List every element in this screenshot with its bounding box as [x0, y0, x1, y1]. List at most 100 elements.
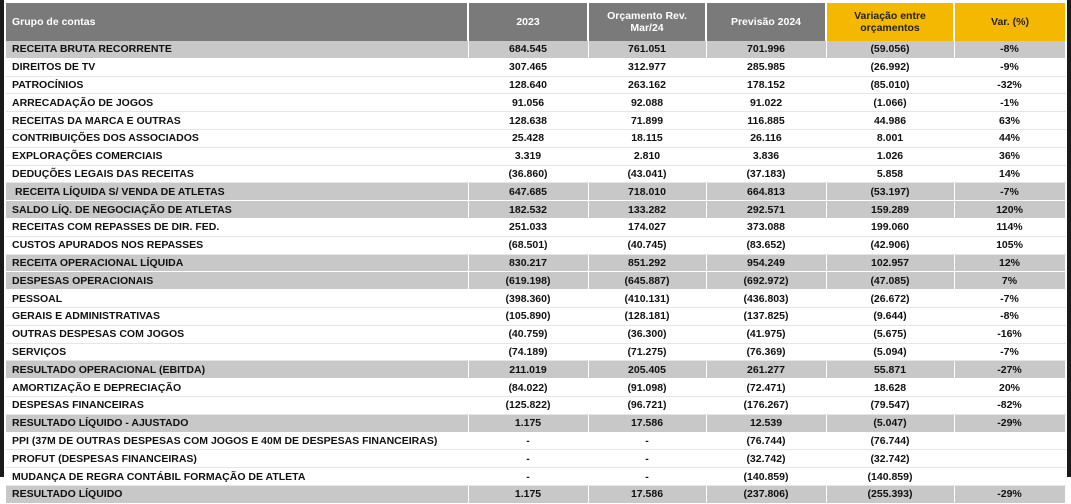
value-variacao: 8.001 [826, 129, 955, 148]
table-row: RECEITA OPERACIONAL LÍQUIDA 830.217 851.29… [6, 254, 1066, 273]
value-variacao: (59.056) [826, 41, 955, 59]
value-2023: 25.428 [468, 129, 589, 148]
value-variacao: (42.906) [826, 236, 955, 255]
row-label: EXPLORAÇÕES COMERCIAIS [6, 147, 469, 166]
header-grupo-de-contas: Grupo de contas [6, 3, 469, 41]
row-label: CONTRIBUIÇÕES DOS ASSOCIADOS [6, 129, 469, 148]
table-row: CUSTOS APURADOS NOS REPASSES (68.501) (40.… [6, 236, 1066, 255]
value-2023: 3.319 [468, 147, 589, 166]
value-2023: - [468, 432, 589, 451]
value-2023: (125.822) [468, 396, 589, 415]
value-previsao: 3.836 [706, 147, 827, 166]
value-2023: 251.033 [468, 218, 589, 237]
table-row: RESULTADO LÍQUIDO 1.175 17.586 (237.806) (25… [6, 485, 1066, 504]
value-previsao: 292.571 [706, 200, 827, 219]
value-2023: 128.640 [468, 76, 589, 95]
row-label: AMORTIZAÇÃO E DEPRECIAÇÃO [6, 378, 469, 397]
row-label: PROFUT (DESPESAS FINANCEIRAS) [6, 449, 469, 469]
value-var-pct: -7% [954, 289, 1066, 308]
table-row: OUTRAS DESPESAS COM JOGOS (40.759) (36.300… [6, 325, 1066, 344]
financial-table: Grupo de contas 2023 Orçamento Rev. Mar/… [6, 3, 1066, 504]
value-variacao: 159.289 [826, 200, 955, 219]
value-variacao: (5.047) [826, 414, 955, 433]
value-previsao: (237.806) [706, 485, 827, 504]
value-var-pct: -29% [954, 485, 1066, 504]
value-previsao: 701.996 [706, 41, 827, 59]
value-2023: 211.019 [468, 360, 589, 380]
value-previsao: 954.249 [706, 254, 827, 273]
value-orcamento: 263.162 [588, 76, 707, 95]
table-row: SALDO LÍQ. DE NEGOCIAÇÃO DE ATLETAS 182.5… [6, 200, 1066, 219]
table-row: AMORTIZAÇÃO E DEPRECIAÇÃO (84.022) (91.098… [6, 378, 1066, 397]
value-variacao: 199.060 [826, 218, 955, 237]
row-label: SERVIÇOS [6, 343, 469, 362]
value-var-pct: -29% [954, 414, 1066, 433]
row-label: GERAIS E ADMINISTRATIVAS [6, 307, 469, 326]
table-row: DESPESAS OPERACIONAIS (619.198) (645.887)(… [6, 271, 1066, 291]
value-orcamento: - [588, 432, 707, 451]
header-variacao: Variação entre orçamentos [826, 3, 955, 41]
value-orcamento: - [588, 449, 707, 469]
value-orcamento: (40.745) [588, 236, 707, 255]
value-variacao: (47.085) [826, 271, 955, 291]
table-row: PESSOAL (398.360) (410.131) (436.803) (26.67… [6, 289, 1066, 308]
value-orcamento: 92.088 [588, 93, 707, 113]
row-label: RESULTADO LÍQUIDO [6, 485, 469, 504]
value-var-pct: 120% [954, 200, 1066, 219]
table-body: RECEITA BRUTA RECORRENTE 684.545 761.051 70… [6, 41, 1066, 504]
value-previsao: (692.972) [706, 271, 827, 291]
value-orcamento: 18.115 [588, 129, 707, 148]
value-var-pct: -27% [954, 360, 1066, 380]
value-previsao: 285.985 [706, 58, 827, 77]
value-orcamento: 71.899 [588, 111, 707, 130]
value-var-pct: 14% [954, 165, 1066, 184]
value-previsao: (37.183) [706, 165, 827, 184]
row-label: OUTRAS DESPESAS COM JOGOS [6, 325, 469, 344]
value-variacao: 5.858 [826, 165, 955, 184]
table-row: PATROCÍNIOS 128.640 263.162 178.152 (85.010)… [6, 76, 1066, 95]
row-label: RECEITA OPERACIONAL LÍQUIDA [6, 254, 469, 273]
value-orcamento: 17.586 [588, 485, 707, 504]
value-previsao: (72.471) [706, 378, 827, 397]
value-variacao: (9.644) [826, 307, 955, 326]
value-2023: (40.759) [468, 325, 589, 344]
table-row: RESULTADO LÍQUIDO - AJUSTADO 1.175 17.586 1… [6, 414, 1066, 433]
value-variacao: (76.744) [826, 432, 955, 451]
value-variacao: (26.992) [826, 58, 955, 77]
value-var-pct: 7% [954, 271, 1066, 291]
row-label: RESULTADO LÍQUIDO - AJUSTADO [6, 414, 469, 433]
row-label: SALDO LÍQ. DE NEGOCIAÇÃO DE ATLETAS [6, 200, 469, 219]
row-label: RECEITA BRUTA RECORRENTE [6, 41, 469, 59]
row-label: PPI (37M DE OUTRAS DESPESAS COM JOGOS E … [6, 432, 469, 451]
table-row: PPI (37M DE OUTRAS DESPESAS COM JOGOS E … [6, 432, 1066, 451]
table-row: RECEITAS COM REPASSES DE DIR. FED. 251.03… [6, 218, 1066, 237]
row-label: CUSTOS APURADOS NOS REPASSES [6, 236, 469, 255]
table-row: SERVIÇOS (74.189) (71.275) (76.369) (5.094) -… [6, 343, 1066, 362]
row-label: RESULTADO OPERACIONAL (EBITDA) [6, 360, 469, 380]
value-var-pct: 114% [954, 218, 1066, 237]
value-previsao: 178.152 [706, 76, 827, 95]
value-var-pct [954, 432, 1066, 451]
table-row: RESULTADO OPERACIONAL (EBITDA) 211.019 205… [6, 360, 1066, 380]
table-row: DIREITOS DE TV 307.465 312.977 285.985 (26.9… [6, 58, 1066, 77]
row-label: RECEITAS DA MARCA E OUTRAS [6, 111, 469, 130]
value-orcamento: 718.010 [588, 182, 707, 202]
value-orcamento: 2.810 [588, 147, 707, 166]
header-previsao-2024: Previsão 2024 [706, 3, 827, 41]
table-row: PROFUT (DESPESAS FINANCEIRAS) - - (32.742)(… [6, 449, 1066, 469]
value-var-pct: -82% [954, 396, 1066, 415]
value-orcamento: (71.275) [588, 343, 707, 362]
value-2023: (74.189) [468, 343, 589, 362]
value-var-pct: 105% [954, 236, 1066, 255]
value-var-pct: 12% [954, 254, 1066, 273]
row-label: DESPESAS FINANCEIRAS [6, 396, 469, 415]
value-var-pct: -9% [954, 58, 1066, 77]
value-var-pct: -8% [954, 307, 1066, 326]
table-row: RECEITAS DA MARCA E OUTRAS 128.638 71.899 1… [6, 111, 1066, 130]
value-previsao: 91.022 [706, 93, 827, 113]
value-variacao: (255.393) [826, 485, 955, 504]
value-var-pct: 44% [954, 129, 1066, 148]
value-previsao: (41.975) [706, 325, 827, 344]
value-orcamento: 312.977 [588, 58, 707, 77]
value-2023: 1.175 [468, 485, 589, 504]
